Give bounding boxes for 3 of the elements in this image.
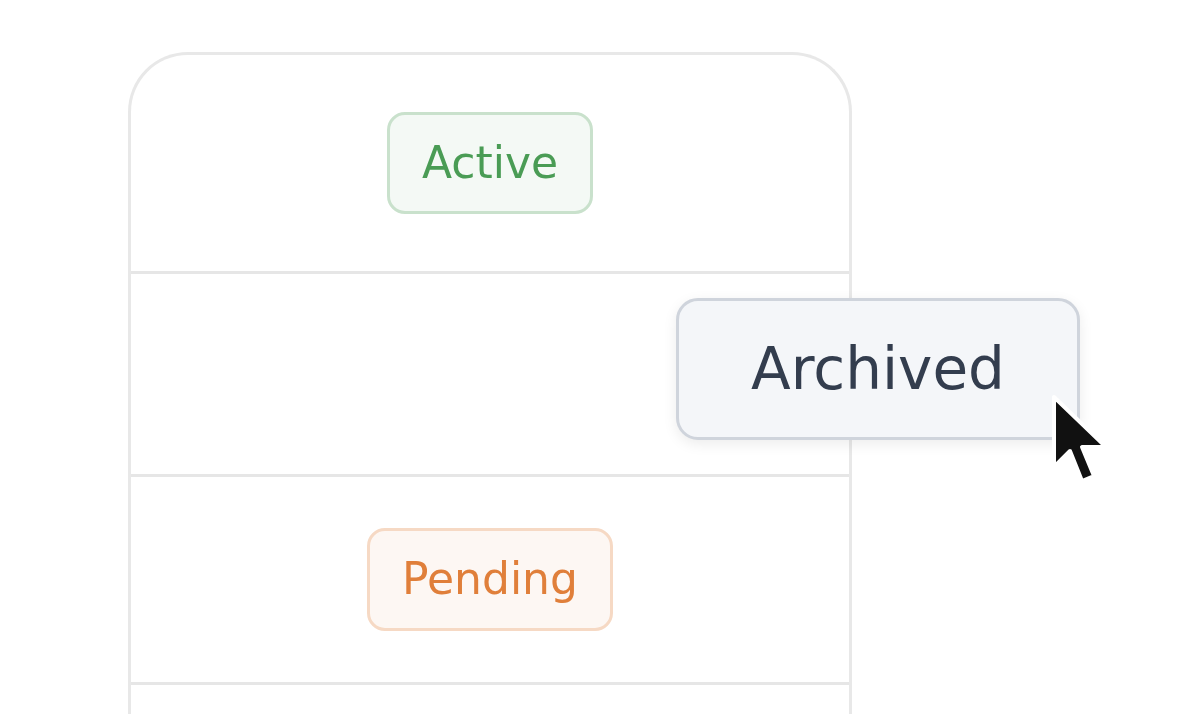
status-badge: Active: [386, 111, 594, 215]
dragged-badge[interactable]: Archived: [676, 298, 1080, 440]
status-badge: Pending: [367, 528, 613, 631]
